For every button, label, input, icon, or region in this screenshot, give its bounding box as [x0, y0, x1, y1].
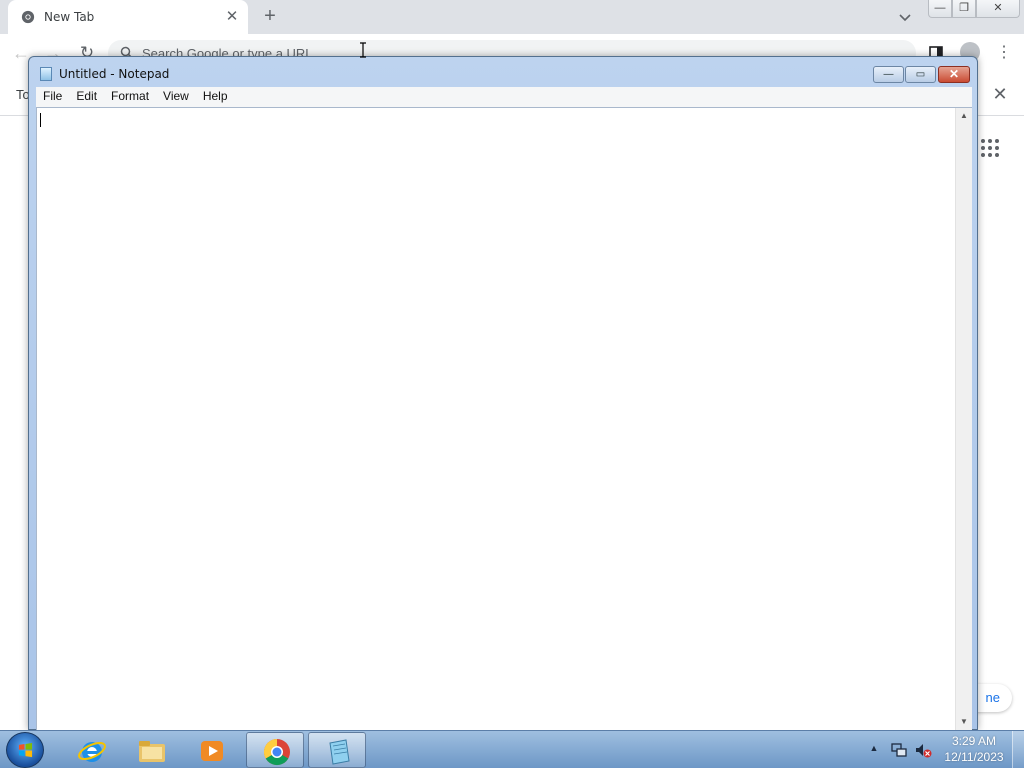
volume-muted-icon[interactable] — [914, 741, 932, 759]
folder-icon — [139, 741, 165, 762]
customize-chip-label: ne — [985, 690, 1000, 705]
infobar-close-icon[interactable]: ✕ — [990, 84, 1010, 104]
text-caret — [40, 113, 41, 127]
clock-time: 3:29 AM — [951, 734, 997, 748]
menu-file[interactable]: File — [36, 87, 69, 107]
chrome-minimize-button[interactable]: — — [928, 0, 952, 18]
notepad-window: Untitled - Notepad — ▭ ✕ File Edit Forma… — [28, 56, 978, 731]
apps-grid-icon[interactable] — [980, 138, 1000, 158]
tab-close-icon[interactable]: ✕ — [224, 9, 240, 25]
network-icon[interactable] — [890, 741, 908, 759]
scroll-down-icon[interactable]: ▼ — [956, 714, 972, 730]
internet-explorer-icon — [78, 741, 106, 762]
show-hidden-icons[interactable]: ▲ — [868, 743, 880, 755]
notepad-title: Untitled - Notepad — [59, 67, 170, 81]
close-icon: ✕ — [948, 67, 960, 81]
tab-search-icon[interactable] — [897, 9, 913, 25]
chrome-logo-icon — [263, 738, 290, 766]
taskbar-internet-explorer[interactable] — [62, 732, 120, 768]
chrome-close-button[interactable]: ✕ — [976, 0, 1020, 18]
notepad-titlebar[interactable]: Untitled - Notepad — ▭ ✕ — [29, 57, 977, 87]
notepad-app-icon — [329, 739, 350, 765]
taskbar: ▲ 3:29 AM 12/11/2023 — [0, 730, 1024, 768]
ibeam-cursor-icon — [360, 42, 366, 58]
menu-format[interactable]: Format — [104, 87, 156, 107]
tab-title: New Tab — [44, 10, 95, 24]
notepad-text-area[interactable] — [37, 108, 955, 730]
taskbar-windows-explorer[interactable] — [122, 732, 180, 768]
menu-help[interactable]: Help — [196, 87, 235, 107]
taskbar-notepad[interactable] — [308, 732, 366, 768]
tab-new-tab[interactable]: New Tab ✕ — [8, 0, 248, 34]
show-desktop-button[interactable] — [1012, 731, 1024, 768]
notepad-minimize-button[interactable]: — — [873, 66, 904, 83]
minimize-icon: — — [883, 69, 894, 80]
new-tab-button[interactable]: + — [260, 6, 280, 27]
menu-view[interactable]: View — [156, 87, 196, 107]
taskbar-windows-media-player[interactable] — [182, 732, 240, 768]
chrome-tabstrip: New Tab ✕ + — ❐ ✕ — [0, 0, 1024, 34]
media-player-icon — [201, 741, 223, 761]
scroll-up-icon[interactable]: ▲ — [956, 108, 972, 124]
chrome-restore-button[interactable]: ❐ — [952, 0, 976, 18]
chrome-icon — [21, 10, 35, 24]
clock-date: 12/11/2023 — [944, 750, 1004, 764]
menu-edit[interactable]: Edit — [69, 87, 104, 107]
notepad-menubar: File Edit Format View Help — [36, 87, 972, 107]
maximize-icon: ▭ — [915, 69, 926, 80]
notepad-icon — [40, 67, 52, 81]
vertical-scrollbar[interactable]: ▲ ▼ — [955, 108, 972, 730]
notepad-edit-area: ▲ ▼ — [36, 107, 972, 731]
taskbar-google-chrome[interactable] — [246, 732, 304, 768]
start-button[interactable] — [6, 732, 44, 768]
notepad-close-button[interactable]: ✕ — [938, 66, 970, 83]
menu-icon[interactable]: ⋮ — [996, 43, 1012, 63]
system-clock[interactable]: 3:29 AM 12/11/2023 — [938, 733, 1010, 767]
windows-logo-icon — [18, 743, 33, 758]
notepad-maximize-button[interactable]: ▭ — [905, 66, 936, 83]
